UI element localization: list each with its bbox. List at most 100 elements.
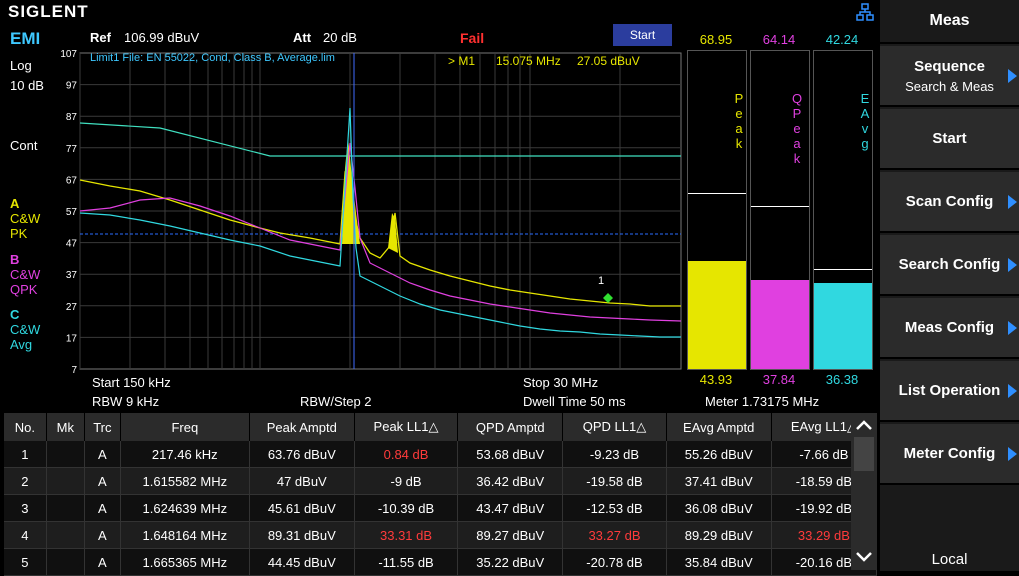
table-cell: 89.27 dBuV bbox=[457, 521, 564, 549]
scroll-up-icon[interactable] bbox=[855, 419, 873, 431]
table-cell bbox=[46, 548, 85, 576]
table-cell: 36.08 dBuV bbox=[666, 494, 772, 522]
start-freq[interactable]: Start 150 kHz bbox=[92, 375, 171, 390]
table-row[interactable]: 3 A 1.624639 MHz 45.61 dBuV -10.39 dB 43.47 d… bbox=[4, 494, 878, 522]
y-axis-ticks: 107 97 87 77 67 57 47 37 27 17 7 bbox=[60, 49, 77, 376]
peak-burst-2 bbox=[388, 213, 398, 253]
limit-line-qpeak bbox=[79, 122, 681, 157]
softkey-start[interactable]: Start bbox=[880, 109, 1019, 170]
table-row[interactable]: 2 A 1.615582 MHz 47 dBuV -9 dB 36.42 dBuV -19.… bbox=[4, 467, 878, 495]
column-header[interactable]: QPD LL1△ bbox=[562, 413, 667, 441]
table-cell: 43.47 dBuV bbox=[457, 494, 564, 522]
table-cell: 35.22 dBuV bbox=[457, 548, 564, 576]
meter-label: QPeak bbox=[791, 91, 803, 166]
table-cell: 0.84 dB bbox=[354, 441, 459, 468]
table-cell: -20.78 dB bbox=[562, 548, 667, 576]
column-header[interactable]: Trc bbox=[84, 413, 121, 441]
table-cell: 1.665365 MHz bbox=[120, 548, 250, 576]
softkey-sequence[interactable]: Sequence Search & Meas bbox=[880, 46, 1019, 107]
marker-number: 1 bbox=[598, 275, 604, 287]
meter-bar: Peak bbox=[687, 50, 747, 370]
marker-ampl: 27.05 dBuV bbox=[577, 54, 640, 68]
softkey-search-config[interactable]: Search Config bbox=[880, 235, 1019, 296]
meter-bottom-value: 43.93 bbox=[699, 372, 733, 387]
network-icon[interactable] bbox=[856, 3, 874, 21]
table-cell: -12.53 dB bbox=[562, 494, 667, 522]
table-cell bbox=[46, 441, 85, 468]
att-value[interactable]: 20 dB bbox=[323, 30, 357, 45]
brand-logo: SIGLENT bbox=[8, 2, 89, 21]
dwell-time[interactable]: Dwell Time 50 ms bbox=[523, 394, 626, 409]
table-cell: 53.68 dBuV bbox=[457, 441, 564, 468]
column-header[interactable]: No. bbox=[4, 413, 47, 441]
submenu-arrow-icon bbox=[1008, 383, 1017, 398]
meter-panel: 68.95 Peak 43.93 64.14 QPeak 37.84 42.24 EAvg 36… bbox=[686, 32, 876, 388]
table-cell bbox=[46, 467, 85, 495]
y-tick-label: 57 bbox=[66, 207, 78, 218]
y-tick-label: 7 bbox=[71, 365, 77, 376]
y-tick-label: 97 bbox=[66, 81, 78, 92]
column-header[interactable]: Mk bbox=[46, 413, 85, 441]
softkey-meas-config[interactable]: Meas Config bbox=[880, 298, 1019, 359]
meter-label: EAvg bbox=[860, 91, 870, 151]
table-cell: 36.42 dBuV bbox=[457, 467, 564, 495]
trace-b-label[interactable]: B C&W QPK bbox=[10, 252, 40, 297]
softkey-list-operation[interactable]: List Operation bbox=[880, 361, 1019, 422]
trace-c-label[interactable]: C C&W Avg bbox=[10, 307, 40, 352]
table-cell: 89.31 dBuV bbox=[249, 521, 355, 549]
meter-label: Peak bbox=[734, 91, 744, 151]
table-cell: -11.55 dB bbox=[354, 548, 459, 576]
table-scrollbar[interactable] bbox=[851, 413, 877, 570]
y-tick-label: 107 bbox=[60, 49, 77, 60]
table-cell: 1.648164 MHz bbox=[120, 521, 250, 549]
ref-value[interactable]: 106.99 dBuV bbox=[124, 30, 199, 45]
rbw-step[interactable]: RBW/Step 2 bbox=[300, 394, 372, 409]
scale-div: 10 dB bbox=[10, 78, 44, 93]
mode-label: EMI bbox=[10, 29, 41, 48]
table-cell: 1 bbox=[4, 441, 47, 468]
table-cell: 35.84 dBuV bbox=[666, 548, 772, 576]
softkey-meter-config[interactable]: Meter Config bbox=[880, 424, 1019, 485]
column-header[interactable]: Peak LL1△ bbox=[354, 413, 459, 441]
table-cell: 37.41 dBuV bbox=[666, 467, 772, 495]
table-row[interactable]: 4 A 1.648164 MHz 89.31 dBuV 33.31 dB 89.27 dB… bbox=[4, 521, 878, 549]
column-header[interactable]: QPD Amptd bbox=[457, 413, 564, 441]
softkey-scan-config[interactable]: Scan Config bbox=[880, 172, 1019, 233]
table-cell: 3 bbox=[4, 494, 47, 522]
qpeak-trace bbox=[79, 142, 682, 322]
spectrum-plot[interactable]: 107 97 87 77 67 57 47 37 27 17 7 1 Limit1 File: EN… bbox=[50, 48, 685, 376]
stop-freq[interactable]: Stop 30 MHz bbox=[523, 375, 598, 390]
table-cell: 4 bbox=[4, 521, 47, 549]
table-cell: A bbox=[84, 548, 121, 576]
table-row[interactable]: 1 A 217.46 kHz 63.76 dBuV 0.84 dB 53.68 dBuV -… bbox=[4, 441, 878, 468]
submenu-arrow-icon bbox=[1008, 194, 1017, 209]
column-header[interactable]: EAvg Amptd bbox=[666, 413, 772, 441]
table-cell bbox=[46, 494, 85, 522]
menu-title: Meas bbox=[880, 0, 1019, 44]
table-cell: 217.46 kHz bbox=[120, 441, 250, 468]
scroll-thumb[interactable] bbox=[854, 437, 874, 471]
table-cell: 47 dBuV bbox=[249, 467, 355, 495]
marker-1 bbox=[603, 293, 613, 303]
table-cell: 1.624639 MHz bbox=[120, 494, 250, 522]
table-cell: -10.39 dB bbox=[354, 494, 459, 522]
column-header[interactable]: Peak Amptd bbox=[249, 413, 355, 441]
table-cell bbox=[46, 521, 85, 549]
softkey-menu: Meas Sequence Search & Meas Start Scan Conf… bbox=[880, 0, 1019, 573]
table-cell: 44.45 dBuV bbox=[249, 548, 355, 576]
start-button[interactable]: Start bbox=[613, 24, 672, 46]
table-row[interactable]: 5 A 1.665365 MHz 44.45 dBuV -11.55 dB 35.22 d… bbox=[4, 548, 878, 576]
table-cell: 2 bbox=[4, 467, 47, 495]
submenu-arrow-icon bbox=[1008, 320, 1017, 335]
column-header[interactable]: Freq bbox=[120, 413, 250, 441]
meter-freq[interactable]: Meter 1.73175 MHz bbox=[705, 394, 819, 409]
table-cell: A bbox=[84, 494, 121, 522]
status-fail: Fail bbox=[460, 30, 485, 46]
table-cell: 63.76 dBuV bbox=[249, 441, 355, 468]
scroll-down-icon[interactable] bbox=[855, 551, 873, 563]
submenu-arrow-icon bbox=[1008, 68, 1017, 83]
trace-a-label[interactable]: A C&W PK bbox=[10, 196, 40, 241]
rbw[interactable]: RBW 9 kHz bbox=[92, 394, 159, 409]
table-cell: -9.23 dB bbox=[562, 441, 667, 468]
meter-bottom-value: 37.84 bbox=[762, 372, 796, 387]
